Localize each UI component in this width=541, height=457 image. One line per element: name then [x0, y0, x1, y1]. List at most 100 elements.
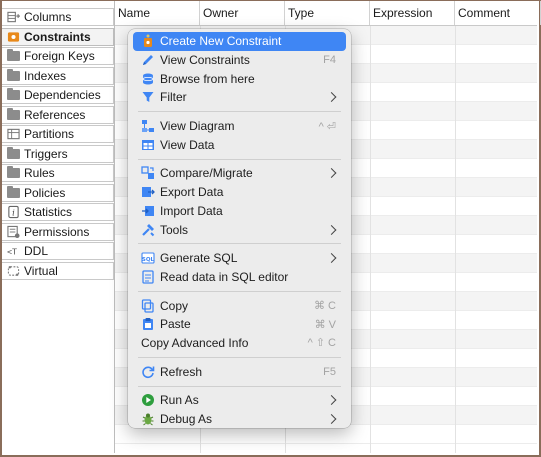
column-header-name[interactable]: Name — [115, 1, 200, 25]
menu-item-label: Create New Constraint — [160, 34, 282, 49]
ddl-icon: <T — [7, 245, 20, 257]
folder-icon — [7, 88, 20, 101]
tab-label: Rules — [24, 166, 55, 180]
folder-icon — [7, 185, 20, 199]
database-icon — [141, 72, 155, 86]
tab-label: Policies — [24, 185, 66, 200]
tab-label: Dependencies — [24, 88, 101, 102]
menu-separator — [138, 243, 341, 245]
chevron-right-icon — [326, 414, 337, 424]
tab-policies[interactable]: Policies — [2, 183, 114, 202]
tab-constraints[interactable]: Constraints — [2, 27, 114, 46]
menu-item-label: Run As — [160, 393, 199, 408]
tab-references[interactable]: References — [2, 105, 114, 124]
tab-partitions[interactable]: Partitions — [2, 125, 114, 143]
sql-icon: SQL — [141, 251, 155, 265]
folder-icon — [7, 166, 20, 179]
folder-icon — [7, 107, 20, 121]
constraint-add-icon — [141, 34, 155, 48]
menu-item-read-data-in-sql-editor[interactable]: Read data in SQL editor — [133, 268, 346, 287]
menu-item-label: Copy — [160, 298, 189, 313]
refresh-icon — [141, 365, 155, 379]
menu-item-tools[interactable]: Tools — [133, 220, 346, 239]
column-divider — [455, 26, 456, 453]
menu-item-refresh[interactable]: Refresh F5 — [133, 362, 346, 381]
menu-item-generate-sql[interactable]: SQL Generate SQL — [133, 249, 346, 268]
debug-icon — [141, 412, 155, 426]
menu-item-label: Export Data — [160, 185, 224, 200]
sql-editor-icon — [141, 270, 155, 284]
menu-item-run-as[interactable]: Run As — [133, 391, 346, 410]
column-header-comment[interactable]: Comment — [455, 1, 541, 25]
menu-item-label: View Data — [160, 137, 215, 152]
menu-item-create-new-constraint[interactable]: Create New Constraint — [133, 32, 346, 51]
svg-text:SQL: SQL — [142, 257, 155, 263]
permissions-icon — [7, 225, 20, 238]
partitions-icon — [7, 128, 20, 140]
shortcut-hint: ⌘ V — [314, 318, 336, 331]
tab-virtual[interactable]: Virtual — [2, 261, 114, 280]
column-header-expression[interactable]: Expression — [370, 1, 455, 25]
svg-text:<T: <T — [7, 247, 17, 257]
menu-item-label: Copy Advanced Info — [141, 335, 249, 350]
tab-triggers[interactable]: Triggers — [2, 144, 114, 163]
menu-item-compare-migrate[interactable]: Compare/Migrate — [133, 164, 346, 183]
menu-item-copy[interactable]: Copy ⌘ C — [133, 296, 346, 315]
tab-foreign-keys[interactable]: Foreign Keys — [2, 47, 114, 65]
column-header-type[interactable]: Type — [285, 1, 370, 25]
info-icon: i — [7, 205, 20, 219]
tools-icon — [141, 223, 155, 237]
menu-item-paste[interactable]: Paste ⌘ V — [133, 315, 346, 334]
column-header-owner[interactable]: Owner — [200, 1, 285, 25]
menu-item-import-data[interactable]: Import Data — [133, 202, 346, 221]
menu-item-label: Paste — [160, 317, 191, 332]
tab-dependencies[interactable]: Dependencies — [2, 86, 114, 104]
tab-label: Triggers — [24, 146, 68, 161]
folder-icon — [7, 49, 20, 62]
menu-item-filter[interactable]: Filter — [133, 88, 346, 107]
tab-ddl[interactable]: <T DDL — [2, 242, 114, 260]
vertical-tab-list: Columns Constraints Foreign Keys Indexes Dep… — [2, 8, 114, 281]
tab-rules[interactable]: Rules — [2, 164, 114, 182]
constraint-icon — [7, 31, 20, 43]
tab-label: Permissions — [24, 224, 90, 239]
chevron-right-icon — [326, 253, 337, 264]
menu-item-export-data[interactable]: Export Data — [133, 183, 346, 202]
tab-indexes[interactable]: Indexes — [2, 66, 114, 85]
column-divider — [370, 26, 371, 453]
shortcut-hint: F5 — [323, 365, 336, 378]
pencil-icon — [141, 53, 155, 67]
menu-item-label: Tools — [160, 222, 189, 237]
menu-item-label: Browse from here — [160, 71, 255, 86]
tab-columns[interactable]: Columns — [2, 8, 114, 26]
run-icon — [141, 393, 155, 407]
menu-item-debug-as[interactable]: Debug As — [133, 410, 346, 429]
tab-statistics[interactable]: i Statistics — [2, 203, 114, 221]
copy-icon — [141, 298, 155, 313]
shortcut-hint: ^ ⇧ C — [307, 337, 336, 350]
shortcut-hint: F4 — [323, 54, 336, 67]
context-menu: Create New Constraint View Constraints F4 B… — [128, 29, 351, 428]
chevron-right-icon — [326, 92, 337, 103]
menu-separator — [138, 158, 341, 160]
table-icon — [141, 138, 155, 152]
menu-separator — [138, 385, 341, 387]
chevron-right-icon — [326, 168, 337, 179]
tab-label: References — [24, 107, 86, 122]
shortcut-hint: ^ ⏎ — [318, 120, 336, 133]
menu-item-label: View Diagram — [160, 119, 235, 134]
tab-label: Statistics — [24, 205, 73, 219]
menu-item-view-diagram[interactable]: View Diagram ^ ⏎ — [133, 117, 346, 136]
menu-item-label: Debug As — [160, 412, 213, 427]
menu-item-view-data[interactable]: View Data — [133, 135, 346, 154]
menu-item-label: Compare/Migrate — [160, 166, 253, 181]
menu-item-view-constraints[interactable]: View Constraints F4 — [133, 51, 346, 70]
paste-icon — [141, 317, 155, 331]
grid-header: Name Owner Type Expression Comment — [115, 1, 541, 26]
menu-item-browse-from-here[interactable]: Browse from here — [133, 69, 346, 88]
import-icon — [141, 204, 155, 218]
tab-permissions[interactable]: Permissions — [2, 222, 114, 241]
menu-item-copy-advanced-info[interactable]: Copy Advanced Info ^ ⇧ C — [133, 334, 346, 353]
chevron-right-icon — [326, 395, 337, 406]
menu-item-label: Refresh — [160, 364, 203, 379]
